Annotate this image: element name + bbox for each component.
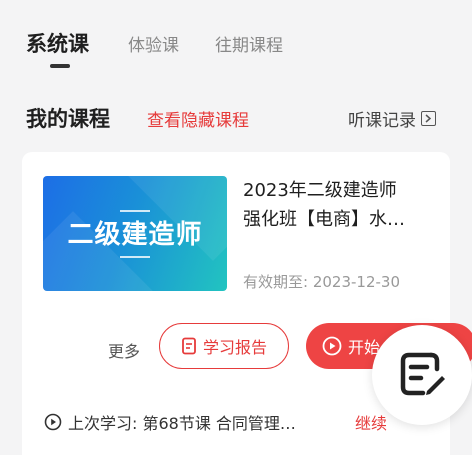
box-arrow-icon [421, 111, 436, 126]
listening-history-link[interactable]: 听课记录 [348, 106, 436, 131]
thumbnail-line [120, 256, 150, 258]
document-icon [182, 337, 196, 355]
last-study-label: 上次学习: 第68节课 合同管理… [68, 414, 296, 433]
section-title: 我的课程 [26, 107, 110, 131]
note-edit-icon [400, 352, 445, 396]
study-report-button[interactable]: 学习报告 [159, 323, 289, 369]
tab-system-course[interactable]: 系统课 [26, 28, 89, 58]
play-circle-outline-icon [44, 413, 62, 431]
more-button[interactable]: 更多 [108, 338, 140, 362]
history-link-label: 听课记录 [348, 111, 416, 131]
course-title-line-1: 2023年二级建造师 [243, 180, 397, 201]
course-thumbnail[interactable]: 二级建造师 [43, 176, 227, 291]
active-tab-indicator [50, 64, 70, 68]
continue-study-link[interactable]: 继续 [355, 410, 387, 434]
study-report-label: 学习报告 [202, 338, 267, 357]
tab-past-courses[interactable]: 往期课程 [215, 31, 283, 56]
thumbnail-line [120, 210, 150, 212]
note-floating-button[interactable] [372, 325, 472, 425]
tab-trial-course[interactable]: 体验课 [128, 31, 179, 56]
play-circle-icon [322, 336, 342, 356]
validity-date: 有效期至: 2023-12-30 [243, 273, 400, 291]
course-title[interactable]: 2023年二级建造师 强化班【电商】水… [243, 176, 428, 234]
last-study-info: 上次学习: 第68节课 合同管理… [44, 410, 296, 434]
thumbnail-title: 二级建造师 [67, 220, 203, 250]
course-title-line-2: 强化班【电商】水… [243, 209, 405, 230]
view-hidden-courses-link[interactable]: 查看隐藏课程 [147, 106, 249, 131]
